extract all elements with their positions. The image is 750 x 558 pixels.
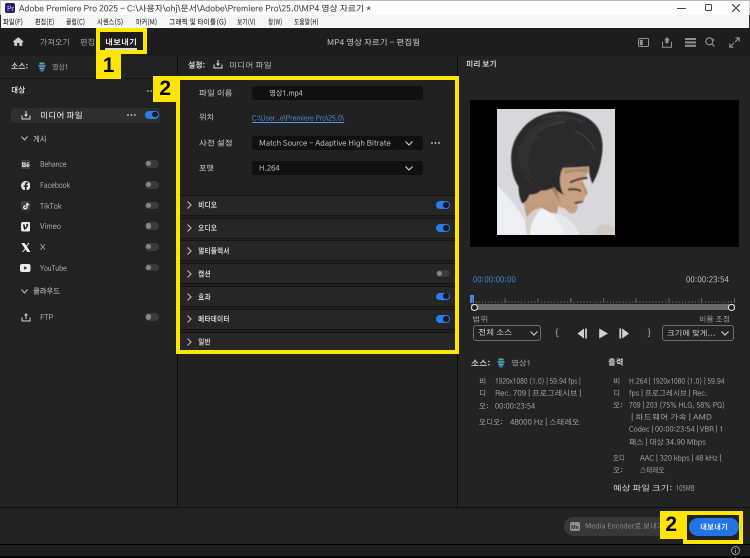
svg-text:Me: Me [571,524,579,530]
svg-text:Bē: Bē [21,163,29,169]
